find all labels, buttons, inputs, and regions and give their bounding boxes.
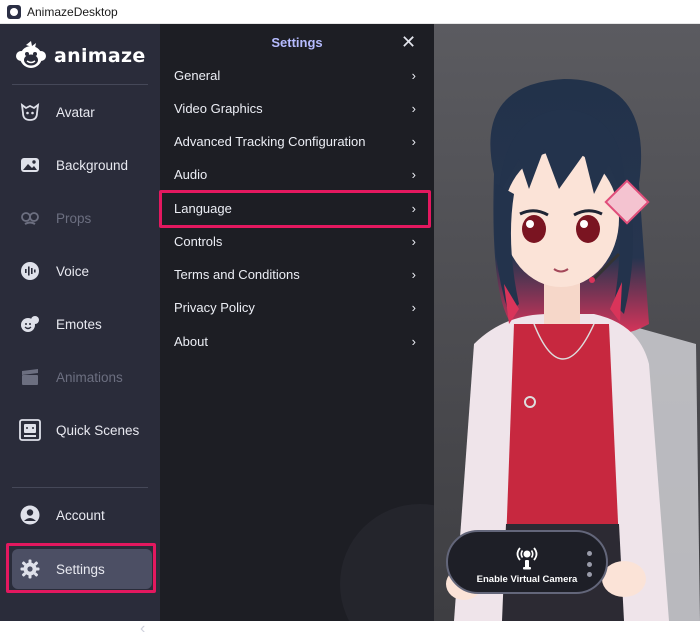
settings-item-audio[interactable]: Audio › bbox=[160, 158, 434, 191]
settings-item-controls[interactable]: Controls › bbox=[160, 225, 434, 258]
app-icon bbox=[7, 4, 21, 19]
settings-item-label: Video Graphics bbox=[174, 101, 263, 116]
sidebar-item-label: Voice bbox=[56, 263, 90, 279]
settings-panel: Settings ✕ General › Video Graphics › Ad… bbox=[160, 24, 434, 621]
chevron-right-icon: › bbox=[411, 101, 416, 116]
sidebar-item-settings[interactable]: Settings bbox=[12, 549, 152, 589]
panel-title: Settings bbox=[271, 35, 323, 50]
settings-item-label: Audio bbox=[174, 167, 208, 182]
voice-icon bbox=[18, 259, 42, 283]
chevron-right-icon: › bbox=[411, 68, 416, 83]
settings-item-label: Language bbox=[174, 201, 232, 216]
settings-item-terms[interactable]: Terms and Conditions › bbox=[160, 258, 434, 291]
chevron-right-icon: › bbox=[411, 167, 416, 182]
chevron-right-icon: › bbox=[411, 334, 416, 349]
collapse-sidebar-button[interactable]: ‹ bbox=[140, 620, 145, 638]
virtual-camera-label: Enable Virtual Camera bbox=[476, 574, 578, 585]
clapperboard-icon bbox=[18, 365, 42, 389]
settings-item-video-graphics[interactable]: Video Graphics › bbox=[160, 92, 434, 125]
chevron-right-icon: › bbox=[411, 201, 416, 216]
sidebar-item-emotes[interactable]: Emotes bbox=[12, 304, 152, 344]
sidebar: animaze Avatar Background Props Voice Em… bbox=[0, 24, 160, 637]
settings-item-label: General bbox=[174, 68, 221, 83]
sidebar-item-label: Props bbox=[56, 210, 92, 226]
gear-icon bbox=[18, 557, 42, 581]
chevron-right-icon: › bbox=[411, 134, 416, 149]
props-glasses-icon bbox=[18, 206, 42, 230]
sidebar-item-label: Animations bbox=[56, 369, 123, 385]
sidebar-item-account[interactable]: Account bbox=[12, 495, 152, 535]
chevron-right-icon: › bbox=[411, 267, 416, 282]
sidebar-item-avatar[interactable]: Avatar bbox=[12, 92, 152, 132]
enable-virtual-camera-button[interactable]: Enable Virtual Camera bbox=[446, 530, 608, 594]
sidebar-item-props[interactable]: Props bbox=[12, 198, 152, 238]
emotes-icon bbox=[18, 312, 42, 336]
sidebar-item-voice[interactable]: Voice bbox=[12, 251, 152, 291]
settings-item-about[interactable]: About › bbox=[160, 325, 434, 358]
sidebar-item-label: Settings bbox=[56, 561, 105, 577]
sidebar-item-label: Avatar bbox=[56, 104, 95, 120]
settings-item-advanced-tracking[interactable]: Advanced Tracking Configuration › bbox=[160, 125, 434, 158]
animaze-logo: animaze bbox=[14, 38, 146, 74]
window-titlebar: AnimazeDesktop bbox=[0, 0, 700, 24]
image-icon bbox=[18, 153, 42, 177]
settings-item-language[interactable]: Language › bbox=[160, 192, 434, 225]
virtual-camera-icon bbox=[516, 547, 538, 570]
settings-item-label: Advanced Tracking Configuration bbox=[174, 134, 366, 149]
user-circle-icon bbox=[18, 503, 42, 527]
sidebar-item-label: Emotes bbox=[56, 316, 102, 332]
brand-wordmark: animaze bbox=[54, 45, 146, 67]
sidebar-divider bbox=[12, 487, 148, 488]
sidebar-item-background[interactable]: Background bbox=[12, 145, 152, 185]
sidebar-divider bbox=[12, 84, 148, 85]
settings-item-label: Terms and Conditions bbox=[174, 267, 300, 282]
settings-item-privacy[interactable]: Privacy Policy › bbox=[160, 291, 434, 324]
chevron-right-icon: › bbox=[411, 300, 416, 315]
avatar-icon bbox=[18, 100, 42, 124]
sidebar-item-label: Quick Scenes bbox=[56, 422, 140, 438]
chevron-right-icon: › bbox=[411, 234, 416, 249]
settings-item-label: Controls bbox=[174, 234, 223, 249]
monkey-logo-icon bbox=[16, 41, 46, 68]
settings-item-general[interactable]: General › bbox=[160, 59, 434, 92]
sidebar-item-animations[interactable]: Animations bbox=[12, 357, 152, 397]
close-icon[interactable]: ✕ bbox=[401, 32, 416, 53]
settings-item-label: Privacy Policy bbox=[174, 300, 255, 315]
more-options-icon[interactable] bbox=[587, 551, 593, 577]
panel-watermark-graphic bbox=[340, 504, 434, 621]
sidebar-item-label: Background bbox=[56, 157, 129, 173]
sidebar-item-label: Account bbox=[56, 507, 105, 523]
sidebar-item-quick-scenes[interactable]: Quick Scenes bbox=[12, 410, 152, 450]
window-title: AnimazeDesktop bbox=[27, 4, 118, 19]
quick-scenes-icon bbox=[18, 418, 42, 442]
settings-item-label: About bbox=[174, 334, 208, 349]
